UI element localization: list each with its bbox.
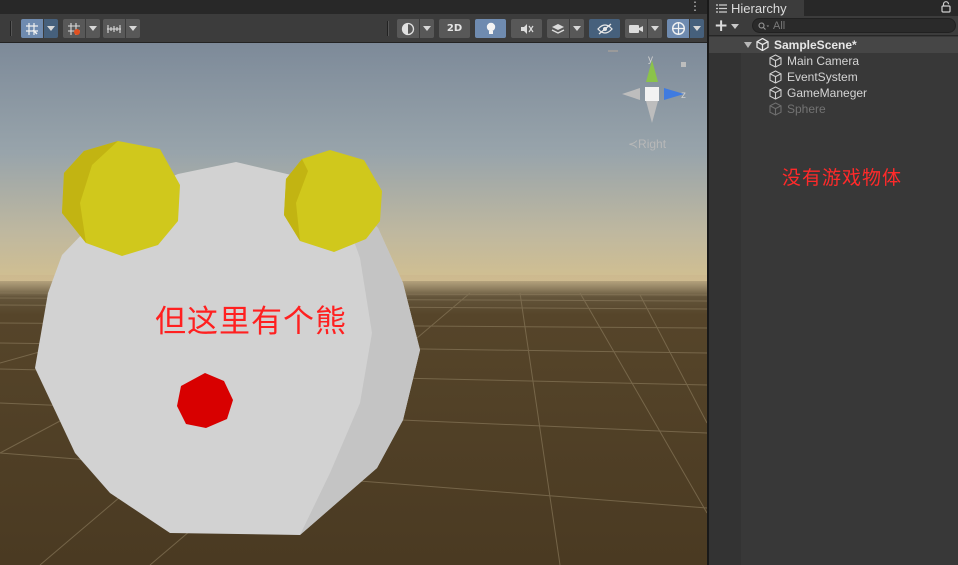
hierarchy-panel: Hierarchy + SampleScen <box>709 0 958 565</box>
scene-annotation-text: 但这里有个熊 <box>155 304 347 340</box>
hierarchy-item-label: GameManeger <box>787 86 868 100</box>
chevron-down-icon <box>693 26 701 31</box>
grid-snap-button[interactable] <box>21 19 43 38</box>
chevron-down-icon <box>573 26 581 31</box>
gameobject-cube-icon <box>769 54 782 68</box>
tab-hierarchy-label: Hierarchy <box>731 0 787 16</box>
gameobject-cube-icon <box>769 86 782 100</box>
scene-camera-button[interactable] <box>625 19 647 38</box>
shading-mode-button[interactable] <box>397 19 419 38</box>
gizmo-z-label: z <box>681 90 686 101</box>
hierarchy-annotation-text: 没有游戏物体 <box>782 167 903 189</box>
chevron-down-icon <box>47 26 55 31</box>
hierarchy-item-label: Sphere <box>787 102 826 116</box>
hierarchy-item-sphere[interactable]: Sphere <box>709 101 958 117</box>
gizmos-icon <box>671 21 685 36</box>
tab-hierarchy[interactable]: Hierarchy <box>709 0 804 16</box>
gizmo-center-cube[interactable] <box>645 87 659 101</box>
effects-dropdown[interactable] <box>570 19 584 38</box>
hierarchy-search[interactable] <box>752 18 956 33</box>
toolbar-grip[interactable] <box>387 21 389 36</box>
visibility-toggle[interactable] <box>589 19 620 38</box>
effects-icon <box>551 23 565 34</box>
gizmos-dropdown[interactable] <box>690 19 704 38</box>
shading-mode-icon <box>401 22 415 35</box>
gizmo-y-label: y <box>648 54 653 65</box>
scene-name: SampleScene* <box>774 38 857 52</box>
grid-snap-icon <box>26 22 38 35</box>
panel-menu-icon[interactable]: ⋮ <box>689 0 701 14</box>
foldout-arrow-icon[interactable] <box>744 42 752 48</box>
scene-row[interactable]: SampleScene* <box>709 37 958 53</box>
hierarchy-item-label: EventSystem <box>787 70 858 84</box>
hierarchy-toolbar: + <box>709 16 958 36</box>
gizmo-mini-cube <box>681 62 686 67</box>
unity-scene-icon <box>756 38 769 51</box>
add-object-button[interactable]: + <box>714 16 742 36</box>
2d-toggle[interactable]: 2D <box>439 19 470 38</box>
snap-increment-button[interactable] <box>63 19 85 38</box>
snap-increment-dropdown[interactable] <box>86 19 100 38</box>
audio-toggle[interactable] <box>511 19 542 38</box>
lock-icon[interactable] <box>941 1 951 13</box>
scene-render: y z <box>0 43 707 565</box>
chevron-down-icon <box>89 26 97 31</box>
hierarchy-search-input[interactable] <box>773 19 943 32</box>
visibility-icon <box>596 23 613 34</box>
chevron-down-icon <box>731 23 740 29</box>
hierarchy-tab-bar: Hierarchy <box>709 0 958 16</box>
hierarchy-item-label: Main Camera <box>787 54 860 68</box>
grid-snap-dropdown[interactable] <box>44 19 58 38</box>
scene-tab-strip: ⋮ <box>0 0 707 14</box>
list-icon <box>716 3 727 13</box>
2d-toggle-label: 2D <box>446 23 463 34</box>
gizmo-lock-bar <box>608 50 618 52</box>
chevron-down-icon <box>651 26 659 31</box>
ruler-dropdown[interactable] <box>126 19 140 38</box>
chevron-down-icon <box>423 26 431 31</box>
scene-toolbar: 2D <box>0 14 707 43</box>
ruler-icon <box>107 24 121 33</box>
scene-viewport[interactable]: y z ≺Right 但这里有个熊 <box>0 43 707 565</box>
shading-mode-dropdown[interactable] <box>420 19 434 38</box>
hierarchy-tree: SampleScene* Main Camera EventSystem Gam… <box>709 37 958 117</box>
chevron-down-icon <box>129 26 137 31</box>
gizmo-view-label[interactable]: ≺Right <box>628 137 666 151</box>
ruler-button[interactable] <box>103 19 125 38</box>
gizmos-button[interactable] <box>667 19 689 38</box>
hierarchy-item-gamemaneger[interactable]: GameManeger <box>709 85 958 101</box>
lighting-toggle-icon <box>486 22 495 34</box>
gameobject-cube-icon <box>769 70 782 84</box>
hierarchy-item-eventsystem[interactable]: EventSystem <box>709 69 958 85</box>
hierarchy-item-main-camera[interactable]: Main Camera <box>709 53 958 69</box>
effects-button[interactable] <box>547 19 569 38</box>
lighting-toggle[interactable] <box>475 19 506 38</box>
toolbar-grip[interactable] <box>10 21 12 36</box>
scene-camera-dropdown[interactable] <box>648 19 662 38</box>
audio-mute-icon <box>520 23 533 34</box>
scene-view-panel: ⋮ 2D y z ≺Right 但这里有个熊 <box>0 0 707 565</box>
scene-camera-icon <box>629 24 643 33</box>
gameobject-cube-icon <box>769 102 782 116</box>
plus-icon: + <box>714 16 729 36</box>
search-icon <box>758 21 769 30</box>
snap-increment-icon <box>68 22 80 35</box>
